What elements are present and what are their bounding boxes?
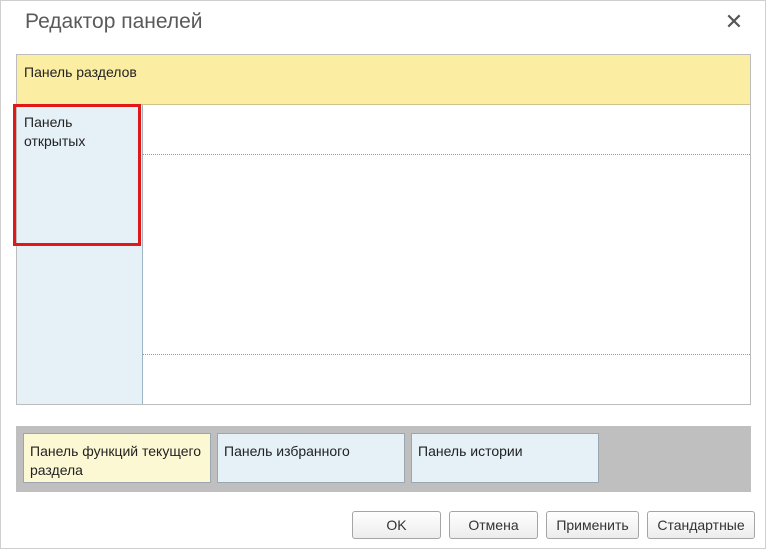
- drop-zone-divider-bottom: [143, 354, 750, 355]
- panel-editor-dialog: Редактор панелей ✕ Панель разделов Панел…: [0, 0, 766, 549]
- sections-panel-label: Панель разделов: [24, 64, 137, 80]
- sections-panel[interactable]: Панель разделов: [17, 55, 750, 105]
- close-icon[interactable]: ✕: [723, 11, 745, 33]
- favorites-panel[interactable]: Панель избранного: [217, 433, 405, 483]
- dialog-title: Редактор панелей: [25, 10, 203, 33]
- available-panels-area: Панель функций текущего раздела Панель и…: [16, 426, 751, 492]
- highlight-frame: [13, 104, 141, 246]
- drop-zone-divider-top: [143, 154, 750, 155]
- cancel-button[interactable]: Отмена: [449, 511, 538, 539]
- standard-button[interactable]: Стандартные: [647, 511, 755, 539]
- functions-panel[interactable]: Панель функций текущего раздела: [23, 433, 211, 483]
- ok-button[interactable]: OK: [352, 511, 441, 539]
- history-panel[interactable]: Панель истории: [411, 433, 599, 483]
- apply-button[interactable]: Применить: [546, 511, 639, 539]
